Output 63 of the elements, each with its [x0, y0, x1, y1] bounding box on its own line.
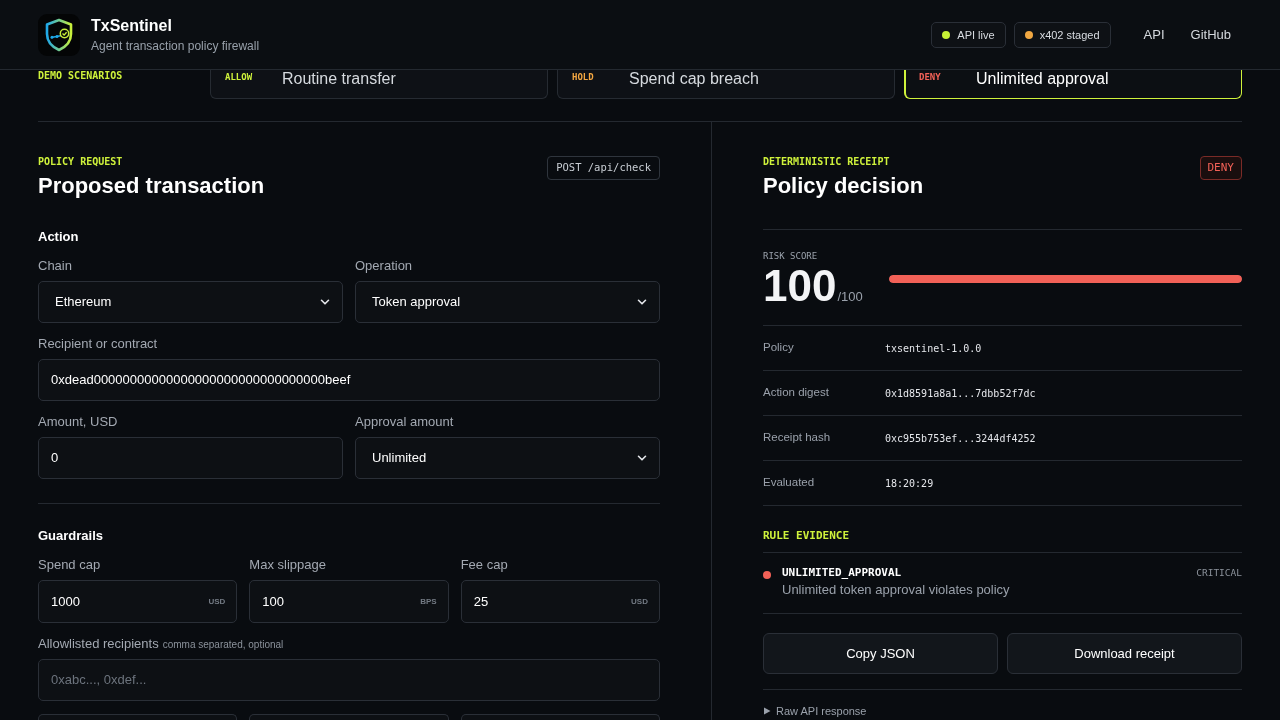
detail-value: 0x1d8591a8a1...7dbb52f7dc — [885, 386, 1036, 401]
status-label: x402 staged — [1039, 27, 1100, 42]
panel-title: Policy decision — [763, 172, 924, 200]
field-label: Allowlisted recipients — [38, 636, 159, 652]
action-button[interactable]: Copy JSON — [763, 633, 998, 674]
field-hint: comma separated, optional — [162, 639, 284, 651]
detail-value: txsentinel-1.0.0 — [885, 341, 982, 356]
field-label: Max slippage — [249, 557, 326, 573]
caret-icon — [763, 707, 771, 715]
verdict-tag: HOLD — [572, 71, 594, 83]
input-field[interactable]: 0xdead00000000000000000000000000000000beef — [38, 359, 660, 401]
field-label: Chain — [38, 258, 72, 274]
detail-label: Receipt hash — [763, 430, 831, 446]
verdict-tag: ALLOW — [225, 71, 253, 83]
input-field[interactable] — [249, 714, 449, 720]
endpoint-badge: POST /api/check — [547, 156, 660, 180]
select-field[interactable]: Ethereum — [38, 281, 343, 323]
raw-response-toggle[interactable]: Raw API response — [763, 704, 867, 718]
app-subtitle: Agent transaction policy firewall — [91, 37, 260, 54]
field-label: Fee cap — [460, 557, 508, 573]
section-eyebrow: DETERMINISTIC RECEIPT — [763, 156, 890, 168]
app-title: TxSentinel — [91, 15, 172, 36]
scenario-card[interactable]: DENY Unlimited approval — [904, 70, 1242, 99]
input-field[interactable]: 25 USD — [460, 580, 660, 623]
section-eyebrow: RULE EVIDENCE — [763, 529, 850, 543]
risk-max: /100 — [837, 288, 863, 306]
section-heading: Action — [38, 229, 79, 245]
detail-value: 0xc955b753ef...3244df4252 — [885, 431, 1036, 446]
input-field[interactable]: 0 — [38, 437, 343, 479]
action-button[interactable]: Download receipt — [1007, 633, 1242, 674]
field-label: Spend cap — [38, 557, 101, 573]
rule-code: UNLIMITED_APPROVAL — [782, 566, 902, 580]
detail-value: 18:20:29 — [885, 476, 934, 491]
nav-link[interactable]: GitHub — [1190, 26, 1231, 43]
section-eyebrow: POLICY REQUEST — [38, 156, 123, 168]
input-field[interactable]: 100 BPS — [249, 580, 449, 623]
status-label: API live — [957, 27, 995, 42]
risk-score: 100 — [763, 264, 837, 308]
severity-label: CRITICAL — [1196, 566, 1242, 580]
field-label: Approval amount — [355, 414, 454, 430]
field-label: Amount, USD — [38, 414, 118, 430]
input-field[interactable]: 1000 USD — [38, 580, 238, 623]
detail-label: Evaluated — [763, 475, 815, 491]
select-field[interactable]: Unlimited — [355, 437, 660, 479]
input-field[interactable]: 0xabc..., 0xdef... — [38, 659, 660, 701]
input-field[interactable] — [460, 714, 660, 720]
scenario-card[interactable]: ALLOW Routine transfer — [210, 70, 548, 99]
shield-logo-icon — [38, 13, 80, 56]
nav-link[interactable]: API — [1143, 26, 1165, 43]
risk-label: RISK SCORE — [763, 251, 818, 261]
section-label: DEMO SCENARIOS — [38, 70, 123, 82]
detail-label: Action digest — [763, 385, 829, 401]
field-label: Operation — [355, 258, 413, 274]
verdict-badge: DENY — [1199, 156, 1242, 180]
verdict-tag: DENY — [919, 71, 941, 83]
field-label: Recipient or contract — [38, 336, 158, 352]
scenario-card[interactable]: HOLD Spend cap breach — [557, 70, 895, 99]
select-field[interactable]: Token approval — [355, 281, 660, 323]
detail-label: Policy — [763, 340, 794, 356]
input-field[interactable] — [38, 714, 238, 720]
rule-message: Unlimited token approval violates policy — [782, 581, 1010, 599]
section-heading: Guardrails — [38, 528, 104, 544]
panel-title: Proposed transaction — [38, 172, 265, 200]
